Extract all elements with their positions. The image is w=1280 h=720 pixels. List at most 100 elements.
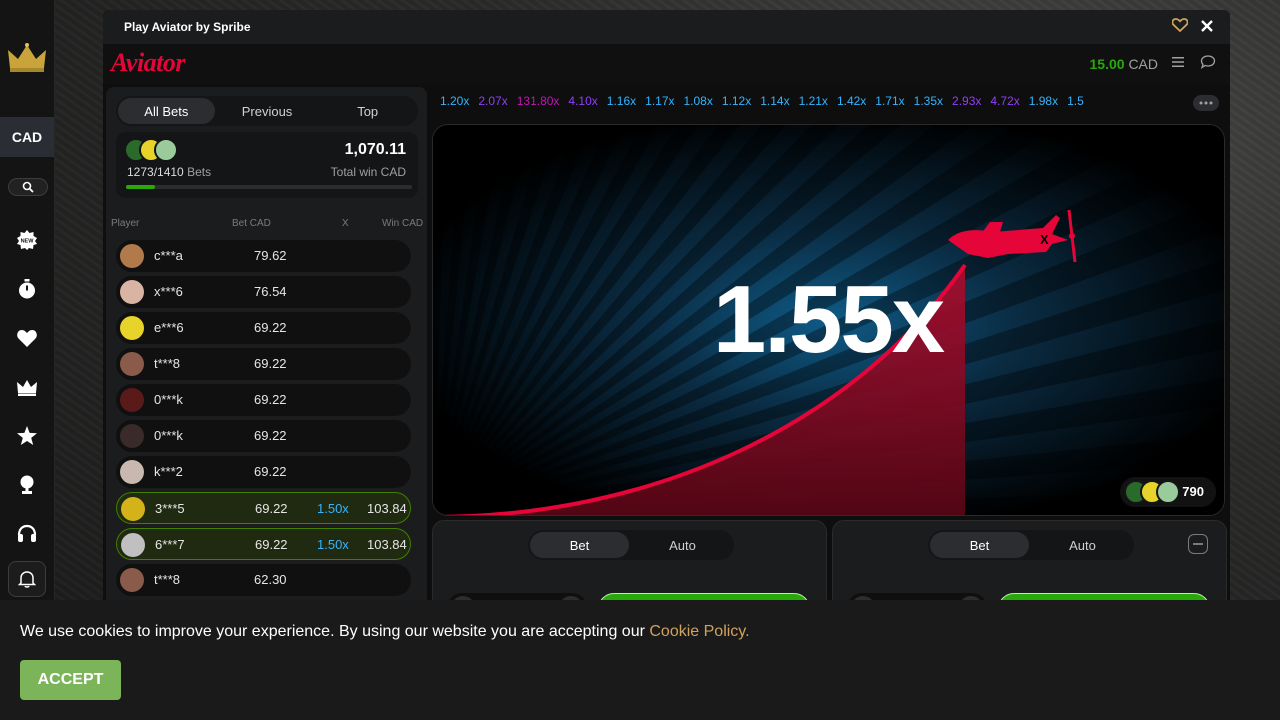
window-title: Play Aviator by Spribe — [124, 20, 251, 34]
history-multiplier: 1.71x — [875, 94, 905, 108]
avatar — [121, 533, 145, 557]
bets-count: 1273/1410 Bets — [127, 165, 211, 179]
bet-panel-2-bet-button[interactable] — [998, 593, 1210, 600]
bets-progress-fill — [126, 185, 155, 189]
avatar — [120, 352, 144, 376]
avatar — [120, 568, 144, 592]
cookie-message: We use cookies to improve your experienc… — [20, 623, 750, 641]
table-row: t***8 62.30 — [116, 564, 411, 596]
currency-label: CAD — [11, 129, 43, 145]
tab-all-bets[interactable]: All Bets — [118, 98, 215, 124]
stopwatch-icon — [19, 279, 35, 299]
player-name: 6***7 — [155, 537, 185, 552]
tab-previous[interactable]: Previous — [219, 98, 316, 124]
avatar — [154, 138, 178, 162]
favorite-heart-icon[interactable] — [1172, 18, 1188, 32]
bet-amount: 69.22 — [254, 320, 287, 335]
bets-count-value: 1273/1410 — [127, 165, 184, 179]
bets-summary: 1273/1410 Bets 1,070.11 Total win CAD — [116, 132, 418, 198]
bet-amount: 69.22 — [254, 356, 287, 371]
avatar — [1156, 480, 1180, 504]
player-name: x***6 — [154, 284, 183, 299]
bet-panel-2-tabs: Bet Auto — [928, 530, 1134, 560]
sidebar-item-recent[interactable] — [15, 277, 39, 301]
crown-icon — [17, 380, 37, 396]
sidebar-search-button[interactable] — [8, 178, 48, 196]
bet-amount: 69.22 — [255, 537, 288, 552]
sidebar-item-support[interactable] — [15, 522, 39, 546]
history-multiplier: 1.5 — [1067, 94, 1084, 108]
history-multiplier: 1.16x — [606, 94, 637, 108]
win-amount: 103.84 — [367, 537, 407, 552]
bets-count-label: Bets — [187, 165, 212, 179]
table-row: 0***k 69.22 — [116, 420, 411, 452]
table-row: 6***7 69.22 1.50x 103.84 — [116, 528, 411, 560]
table-row: c***a 79.62 — [116, 240, 411, 272]
history-more-button[interactable] — [1193, 95, 1219, 111]
bet-panel-1-tab-auto[interactable]: Auto — [633, 532, 732, 558]
remove-bet-panel-button[interactable] — [1188, 534, 1208, 554]
sidebar-item-vip[interactable] — [15, 375, 39, 399]
table-row: t***8 69.22 — [116, 348, 411, 380]
tab-top[interactable]: Top — [319, 98, 416, 124]
history-multiplier: 1.14x — [760, 94, 790, 108]
crown-logo-icon[interactable] — [7, 42, 47, 74]
player-name: t***8 — [154, 572, 181, 587]
win-amount: 103.84 — [367, 501, 407, 516]
avatar — [120, 280, 144, 304]
bet-amount: 79.62 — [254, 248, 287, 263]
current-multiplier: 1.55x — [712, 266, 945, 373]
bets-column-headers: Player Bet CAD X Win CAD — [106, 218, 427, 230]
player-name: k***2 — [154, 464, 183, 479]
bell-icon — [18, 571, 36, 588]
player-name: 0***k — [154, 428, 183, 443]
trophy-icon — [20, 475, 34, 494]
column-bet: Bet CAD — [232, 218, 271, 229]
bet-panel-2-amount-stepper[interactable] — [847, 593, 987, 600]
sidebar-item-tournaments[interactable] — [15, 473, 39, 497]
balance-display: 15.00 CAD — [1090, 56, 1159, 72]
sidebar-notifications-button[interactable] — [8, 561, 46, 597]
cookie-text: We use cookies to improve your experienc… — [20, 623, 650, 640]
avatar — [120, 388, 144, 412]
sidebar-item-featured[interactable] — [15, 424, 39, 448]
svg-text:NEW: NEW — [21, 239, 35, 245]
currency-selector[interactable]: CAD — [0, 117, 54, 157]
bet-panel-1-amount-stepper[interactable] — [447, 593, 587, 600]
cookie-policy-link[interactable]: Cookie Policy. — [649, 623, 749, 640]
new-badge-icon: NEW — [17, 230, 37, 250]
table-row: e***6 69.22 — [116, 312, 411, 344]
window-topbar: Play Aviator by Spribe — [103, 10, 1230, 44]
svg-text:X: X — [1040, 232, 1049, 247]
history-multiplier: 1.08x — [683, 94, 713, 108]
bets-panel: All Bets Previous Top 1273/1410 Bets 1,0… — [106, 87, 427, 600]
player-name: 3***5 — [155, 501, 185, 516]
bet-panel-2-tab-auto[interactable]: Auto — [1033, 532, 1132, 558]
history-multiplier: 1.21x — [798, 94, 828, 108]
search-icon — [22, 181, 34, 193]
more-dots-icon — [1199, 101, 1213, 105]
bet-panel-1-bet-button[interactable] — [598, 593, 810, 600]
history-multiplier: 4.72x — [990, 94, 1020, 108]
headset-icon — [17, 524, 37, 542]
menu-icon[interactable] — [1172, 56, 1186, 68]
chat-icon[interactable] — [1200, 55, 1216, 69]
bet-panel-2-tab-bet[interactable]: Bet — [930, 532, 1029, 558]
column-player: Player — [111, 218, 140, 229]
close-icon[interactable] — [1198, 17, 1216, 35]
sidebar-item-new[interactable]: NEW — [15, 228, 39, 252]
star-icon — [17, 426, 37, 445]
bet-panel-1-tab-bet[interactable]: Bet — [530, 532, 629, 558]
sidebar-item-favorites[interactable] — [15, 326, 39, 350]
bets-progress-bar — [126, 185, 412, 189]
table-row: 3***5 69.22 1.50x 103.84 — [116, 492, 411, 524]
bet-amount: 62.30 — [254, 572, 287, 587]
bet-panel-1-tabs: Bet Auto — [528, 530, 734, 560]
avatar — [120, 460, 144, 484]
column-win: Win CAD — [382, 218, 424, 229]
bet-amount: 69.22 — [254, 464, 287, 479]
accept-cookies-button[interactable]: ACCEPT — [20, 660, 121, 700]
heart-icon — [17, 330, 37, 347]
balance-currency: CAD — [1128, 56, 1158, 72]
history-multiplier: 4.10x — [568, 94, 598, 108]
